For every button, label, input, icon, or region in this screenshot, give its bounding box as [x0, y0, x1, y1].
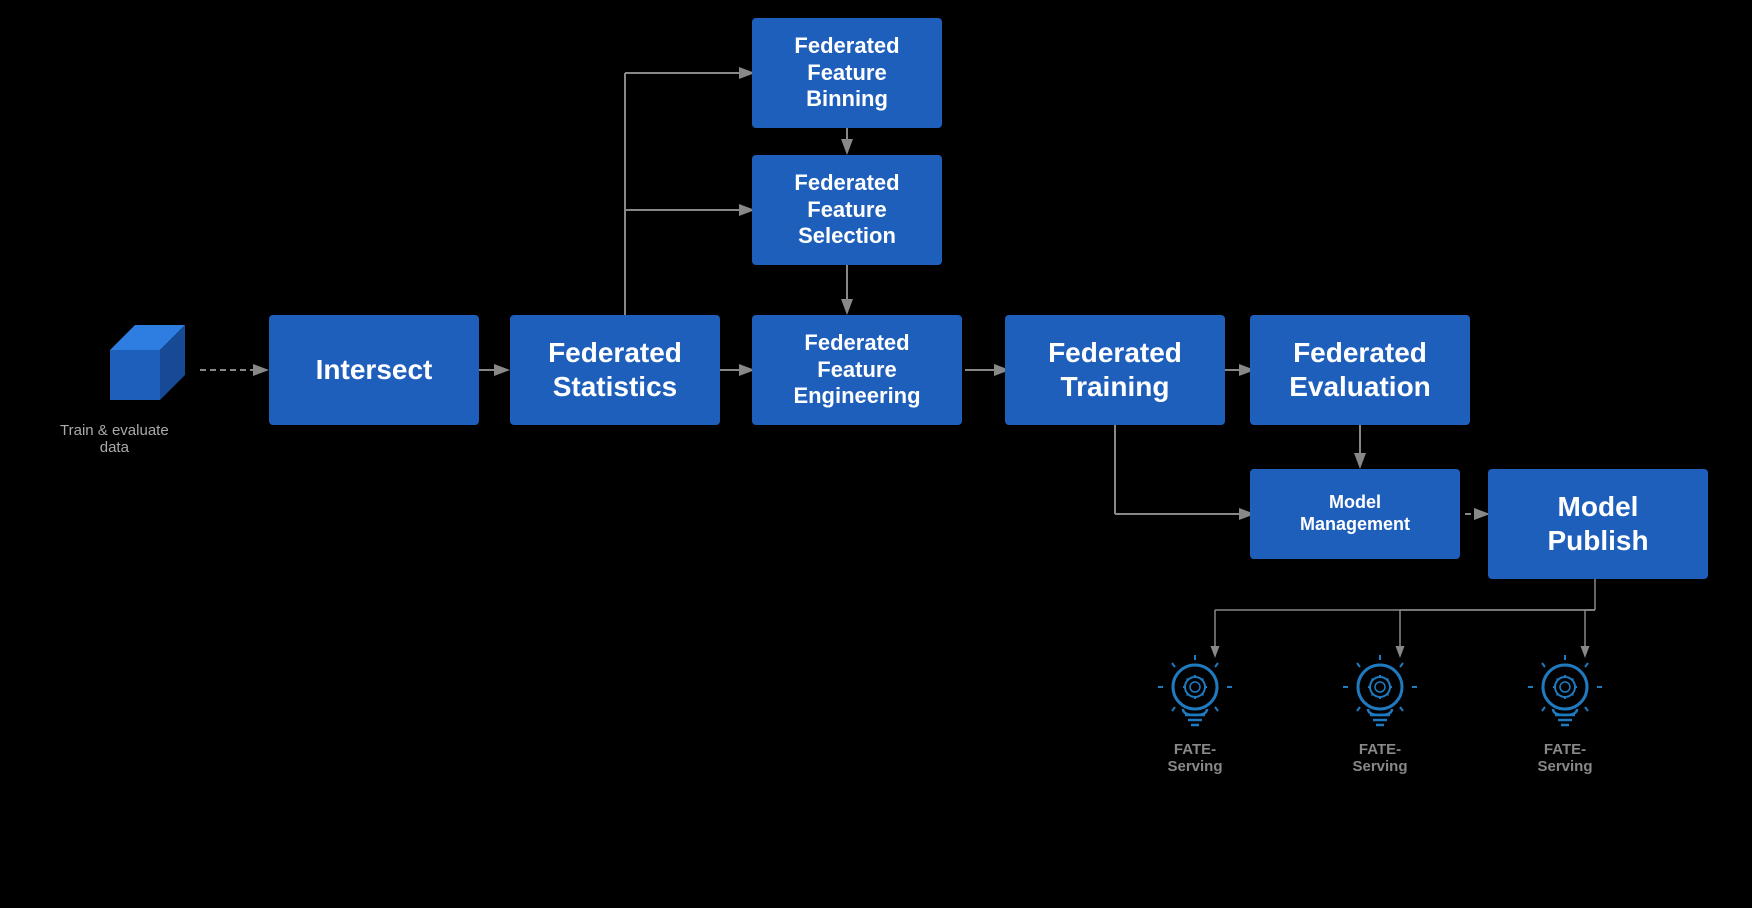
node-federated-statistics: FederatedStatistics [510, 315, 720, 425]
node-federated-training: FederatedTraining [1005, 315, 1225, 425]
node-federated-feature-selection: FederatedFeatureSelection [752, 155, 942, 265]
serving-node-2: FATE-Serving [1340, 655, 1420, 775]
data-cube-label: Train & evaluate data [60, 422, 169, 456]
node-model-publish: ModelPublish [1488, 469, 1708, 579]
serving-node-1: FATE-Serving [1155, 655, 1235, 775]
diagram: Train & evaluate data Intersect Federate… [0, 0, 1752, 908]
serving-node-3: FATE-Serving [1525, 655, 1605, 775]
arrows-svg [0, 0, 1752, 908]
node-federated-feature-engineering: FederatedFeatureEngineering [752, 315, 962, 425]
data-cube [95, 310, 195, 410]
node-federated-feature-binning: FederatedFeatureBinning [752, 18, 942, 128]
node-federated-evaluation: FederatedEvaluation [1250, 315, 1470, 425]
node-intersect: Intersect [269, 315, 479, 425]
node-model-management: ModelManagement [1250, 469, 1460, 559]
